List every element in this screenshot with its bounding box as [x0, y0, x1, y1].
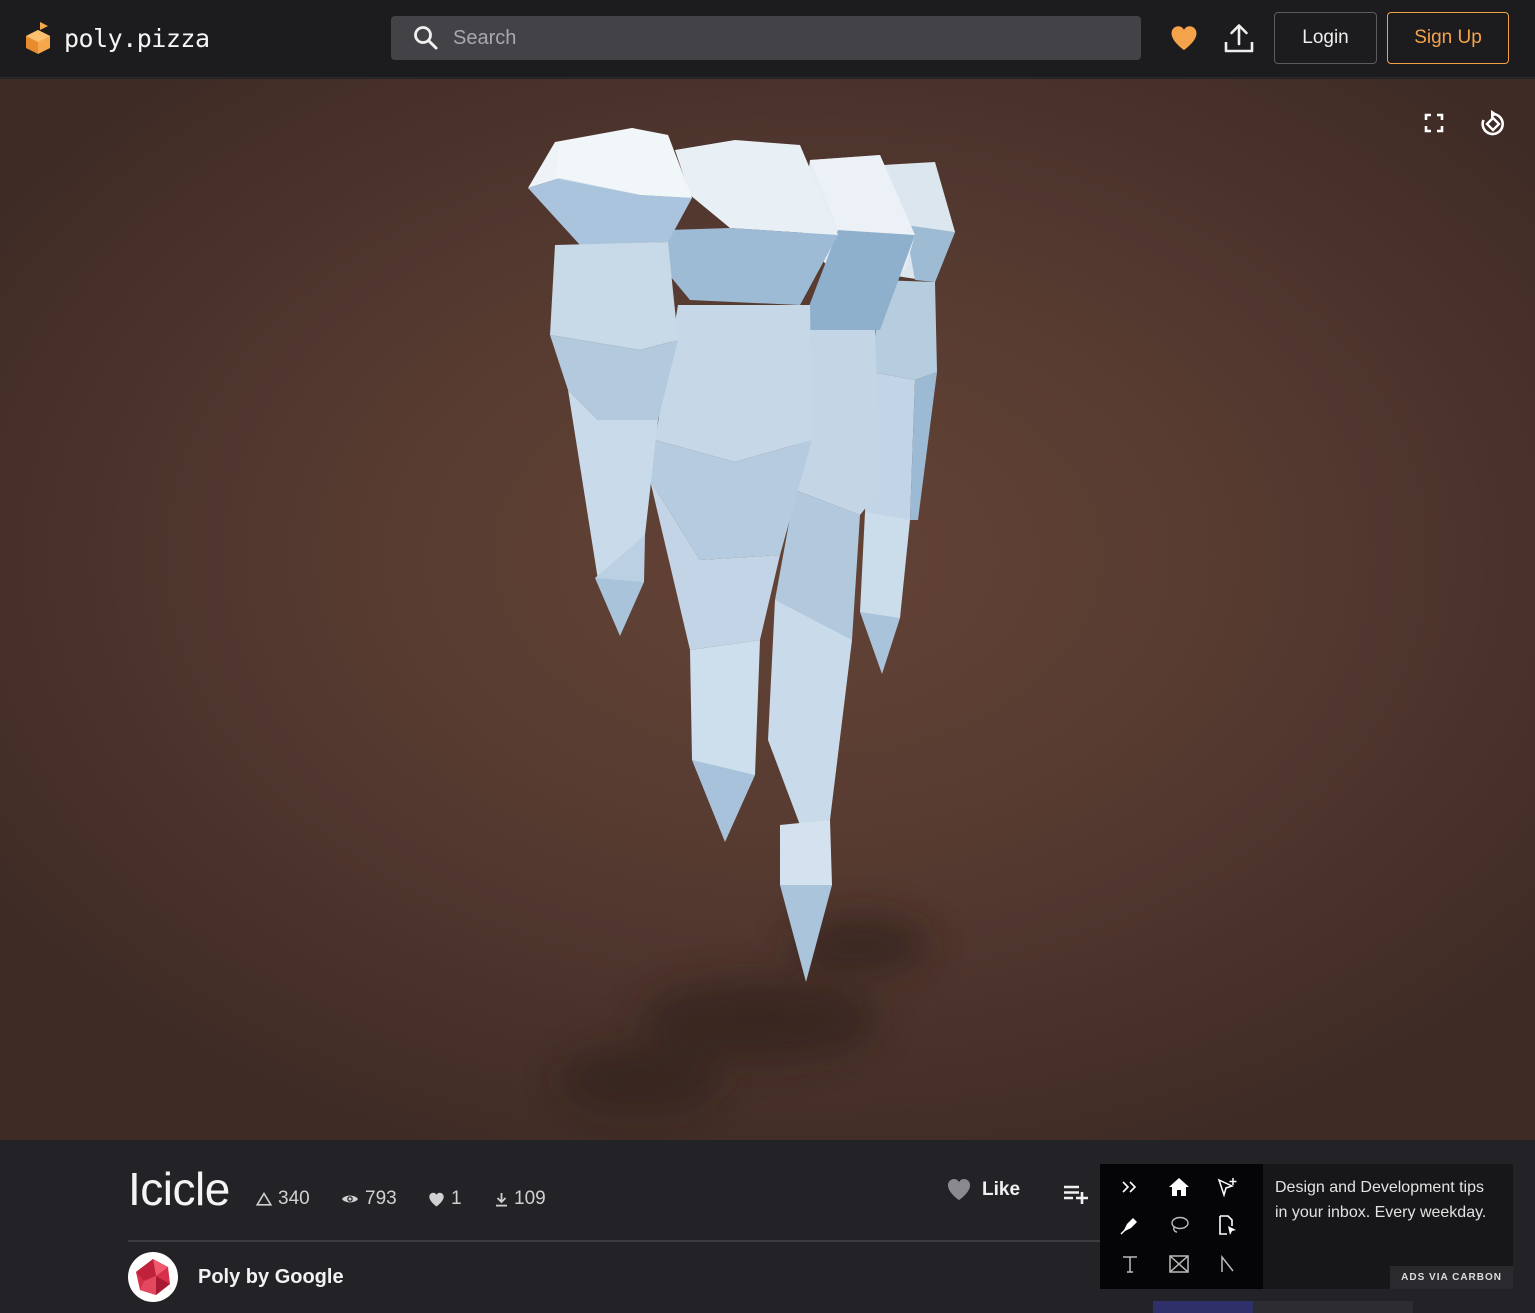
view-count: 793: [341, 1188, 397, 1210]
ad-image[interactable]: [1100, 1164, 1263, 1289]
divider: [128, 1240, 1100, 1242]
upload-button[interactable]: [1222, 20, 1256, 56]
add-to-list-button[interactable]: [1062, 1180, 1090, 1206]
download-icon: [496, 1192, 507, 1207]
favorites-button[interactable]: [1167, 20, 1201, 56]
author-link[interactable]: Poly by Google: [128, 1252, 344, 1302]
triangle-count: 340: [256, 1188, 310, 1210]
file-pointer-icon: [1214, 1212, 1240, 1238]
signup-button[interactable]: Sign Up: [1387, 12, 1509, 64]
text-tool-icon: [1117, 1251, 1143, 1277]
auto-rotate-icon: [1481, 110, 1504, 136]
triangle-icon: [256, 1192, 272, 1206]
top-navigation-bar: poly.pizza Login Sign Up: [0, 0, 1535, 78]
chevrons-right-icon: [1117, 1174, 1143, 1200]
fullscreen-button[interactable]: [1418, 107, 1450, 139]
search-bar: [391, 16, 1141, 60]
ads-via-carbon-link[interactable]: ADS VIA CARBON: [1390, 1266, 1513, 1289]
eye-icon: [342, 1195, 358, 1203]
like-count: 1: [428, 1188, 462, 1210]
model-info-panel: Icicle 340 793 1 109 Like Poly by Google…: [0, 1140, 1535, 1313]
frame-icon: [1166, 1251, 1192, 1277]
like-button-label: Like: [982, 1178, 1021, 1200]
upload-icon: [1224, 24, 1254, 53]
like-button[interactable]: Like: [946, 1178, 1020, 1201]
model-shadow: [560, 915, 930, 1112]
logo-text: poly.pizza: [64, 23, 210, 53]
ad-text[interactable]: Design and Development tips in your inbo…: [1275, 1176, 1495, 1225]
author-name: Poly by Google: [198, 1265, 344, 1288]
triangle-count-value: 340: [278, 1188, 310, 1209]
site-logo[interactable]: poly.pizza: [24, 20, 210, 56]
next-section-peek: [1153, 1301, 1413, 1313]
fullscreen-icon: [1424, 113, 1444, 133]
playlist-add-icon: [1064, 1185, 1088, 1204]
poly-logo-icon: [136, 1259, 170, 1295]
heart-icon: [1171, 26, 1197, 50]
icicle-model: [528, 128, 955, 1112]
pizza-logo-icon: [26, 22, 50, 54]
home-icon: [1166, 1174, 1192, 1200]
avatar: [128, 1252, 178, 1302]
heart-icon: [947, 1179, 971, 1201]
icicle-spike-left: [528, 128, 692, 636]
model-viewer[interactable]: [0, 79, 1535, 1140]
angle-tool-icon: [1214, 1251, 1240, 1277]
download-count-value: 109: [514, 1188, 546, 1209]
add-pointer-icon: [1214, 1174, 1240, 1200]
view-count-value: 793: [365, 1188, 397, 1209]
pen-tool-icon: [1117, 1212, 1143, 1238]
search-icon: [414, 26, 438, 50]
like-count-value: 1: [451, 1188, 462, 1209]
model-title: Icicle: [128, 1163, 230, 1215]
search-input[interactable]: [451, 18, 1141, 58]
heart-icon: [429, 1192, 444, 1206]
lasso-icon: [1166, 1212, 1192, 1238]
login-button[interactable]: Login: [1274, 12, 1377, 64]
carbon-ad[interactable]: Design and Development tips in your inbo…: [1100, 1164, 1513, 1289]
auto-rotate-button[interactable]: [1477, 107, 1509, 139]
download-count: 109: [495, 1188, 546, 1210]
